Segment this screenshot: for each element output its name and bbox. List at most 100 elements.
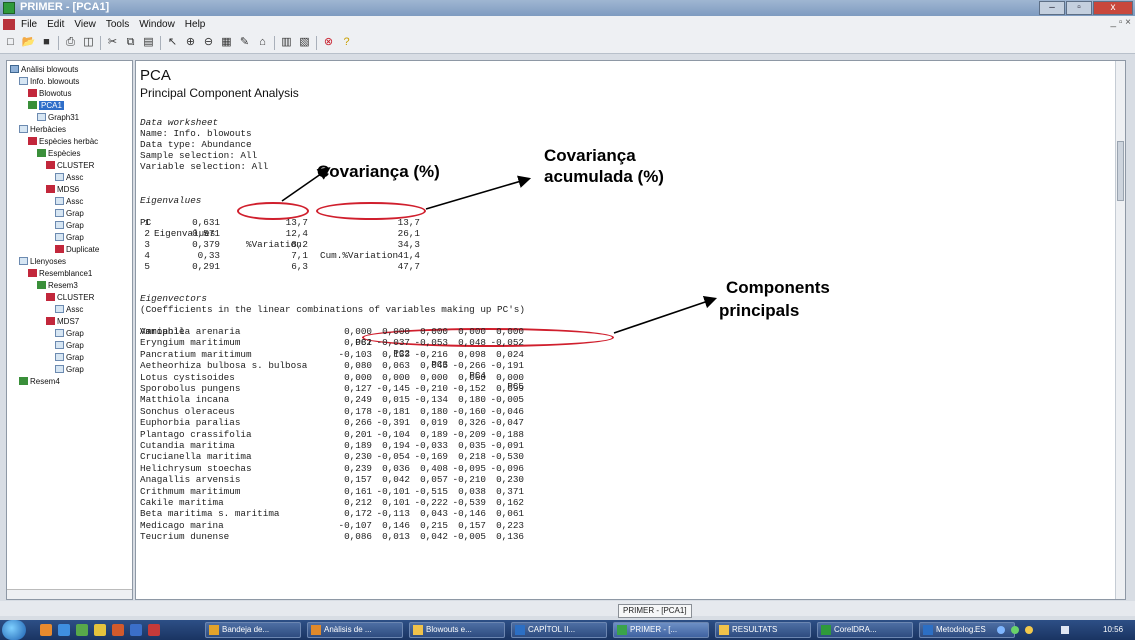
tree-node[interactable]: Grap	[55, 220, 84, 231]
tree-node-icon	[55, 353, 64, 361]
taskbar-button[interactable]: PRIMER - [...	[613, 622, 709, 638]
maximize-button[interactable]: ▫	[1066, 1, 1092, 15]
tree-node[interactable]: PCA1	[28, 100, 64, 111]
close-button[interactable]: x	[1093, 1, 1133, 15]
scroll-thumb[interactable]	[1117, 141, 1124, 201]
clock[interactable]: 10:56	[1103, 620, 1123, 640]
document-vertical-scrollbar[interactable]	[1115, 61, 1125, 599]
clipboard-icon[interactable]: ⌂	[255, 35, 270, 50]
update-icon[interactable]	[1025, 626, 1033, 634]
table-cell: 0,218	[458, 451, 486, 463]
workspace-tree[interactable]: Anàlisi blowouts Info. blowouts Blowotus PC…	[6, 60, 133, 600]
quicklaunch-icon[interactable]	[58, 624, 70, 636]
tree-node[interactable]: Grap	[55, 364, 84, 375]
table-cell: 0,000	[458, 371, 486, 383]
tree-node[interactable]: Blowotus	[28, 88, 71, 99]
network-icon[interactable]	[997, 626, 1005, 634]
components-annotation-line1: Components	[726, 278, 830, 297]
menu-view[interactable]: View	[74, 19, 96, 30]
tree-node[interactable]: Espècies herbàc	[28, 136, 98, 147]
variable-name: Crucianella maritima	[140, 451, 252, 463]
quicklaunch-icon[interactable]	[76, 624, 88, 636]
tree-node[interactable]: MDS7	[46, 316, 79, 327]
tree-node-icon	[19, 125, 28, 133]
open-folder-icon[interactable]: 📂	[21, 35, 36, 50]
paste-icon[interactable]: ▤	[141, 35, 156, 50]
tree-node[interactable]: Grap	[55, 208, 84, 219]
tree-node[interactable]: Assc	[55, 172, 83, 183]
language-indicator[interactable]: ES	[975, 620, 986, 640]
table-cell: 12,4	[285, 228, 308, 239]
tree-node[interactable]: Resem4	[19, 376, 60, 387]
print-icon[interactable]: ⎙	[63, 35, 78, 50]
tree-node[interactable]: MDS6	[46, 184, 79, 195]
tree-node[interactable]: Espècies	[37, 148, 80, 159]
pointer-icon[interactable]: ↖	[165, 35, 180, 50]
taskbar-button-label: Anàlisis de ...	[324, 625, 372, 634]
save-icon[interactable]: ■	[39, 35, 54, 50]
taskbar-app-icon	[515, 625, 525, 635]
taskbar-button[interactable]: Blowouts e...	[409, 622, 505, 638]
stop-icon[interactable]: ⊗	[321, 35, 336, 50]
mdi-window-controls[interactable]: _ ▫ ×	[1110, 17, 1131, 28]
tree-node-label: CLUSTER	[57, 293, 95, 302]
tree-node[interactable]: Grap	[55, 340, 84, 351]
tree-node[interactable]: Llenyoses	[19, 256, 66, 267]
tree-node[interactable]: Assc	[55, 196, 83, 207]
tree-node-icon	[46, 293, 55, 301]
tree-node[interactable]: Grap	[55, 352, 84, 363]
document-menu-icon[interactable]	[3, 18, 15, 30]
tree-node[interactable]: CLUSTER	[46, 160, 94, 171]
print-preview-icon[interactable]: ◫	[81, 35, 96, 50]
menu-file[interactable]: File	[21, 19, 37, 30]
tree-node[interactable]: Herbàcies	[19, 124, 66, 135]
minimize-button[interactable]: –	[1039, 1, 1065, 15]
graph-icon[interactable]: ▧	[297, 35, 312, 50]
tree-node[interactable]: Resemblance1	[28, 268, 92, 279]
tree-node[interactable]: Graph31	[37, 112, 79, 123]
start-button[interactable]	[2, 620, 26, 640]
taskbar-button[interactable]: CAPÍTOL II...	[511, 622, 607, 638]
copy-icon[interactable]: ⧉	[123, 35, 138, 50]
tree-node[interactable]: CLUSTER	[46, 292, 94, 303]
table-cell: -0,095	[452, 462, 486, 474]
taskbar-button[interactable]: Bandeja de...	[205, 622, 301, 638]
tree-node[interactable]: Grap	[55, 328, 84, 339]
table-cell: -0,091	[490, 440, 524, 451]
table-row: Sporobolus pungens 0,127 -0,145 -0,210 -0,15…	[140, 383, 620, 394]
table-cell: 0,249	[344, 394, 372, 406]
edit-icon[interactable]: ✎	[237, 35, 252, 50]
cut-icon[interactable]: ✂	[105, 35, 120, 50]
help-icon[interactable]: ?	[339, 35, 354, 50]
quicklaunch-icon[interactable]	[130, 624, 142, 636]
chart-icon[interactable]: ▥	[279, 35, 294, 50]
quicklaunch-icon[interactable]	[148, 624, 160, 636]
menu-tools[interactable]: Tools	[106, 19, 129, 30]
taskbar-button[interactable]: Anàlisis de ...	[307, 622, 403, 638]
menu-edit[interactable]: Edit	[47, 19, 64, 30]
quicklaunch-icon[interactable]	[40, 624, 52, 636]
zoom-in-icon[interactable]: ⊕	[183, 35, 198, 50]
table-icon[interactable]: ▦	[219, 35, 234, 50]
tree-node[interactable]: Duplicate	[55, 244, 99, 255]
taskbar-button[interactable]: RESULTATS	[715, 622, 811, 638]
menu-window[interactable]: Window	[139, 19, 175, 30]
zoom-out-icon[interactable]: ⊖	[201, 35, 216, 50]
security-icon[interactable]	[1011, 626, 1019, 634]
title-bar: PRIMER - [PCA1] – ▫ x	[0, 0, 1135, 16]
table-cell: 0,035	[458, 440, 486, 451]
quicklaunch-icon[interactable]	[94, 624, 106, 636]
tree-node[interactable]: Resem3	[37, 280, 78, 291]
quicklaunch-icon[interactable]	[112, 624, 124, 636]
tree-horizontal-scrollbar[interactable]	[7, 589, 132, 599]
table-cell: 0,146	[382, 519, 410, 531]
new-file-icon[interactable]: □	[3, 35, 18, 50]
menu-help[interactable]: Help	[185, 19, 206, 30]
tree-node[interactable]: Assc	[55, 304, 83, 315]
taskbar-button[interactable]: CorelDRA...	[817, 622, 913, 638]
volume-icon[interactable]	[1061, 626, 1069, 634]
tree-node-icon	[55, 329, 64, 337]
tree-node[interactable]: Anàlisi blowouts	[10, 64, 78, 75]
tree-node[interactable]: Info. blowouts	[19, 76, 79, 87]
tree-node[interactable]: Grap	[55, 232, 84, 243]
